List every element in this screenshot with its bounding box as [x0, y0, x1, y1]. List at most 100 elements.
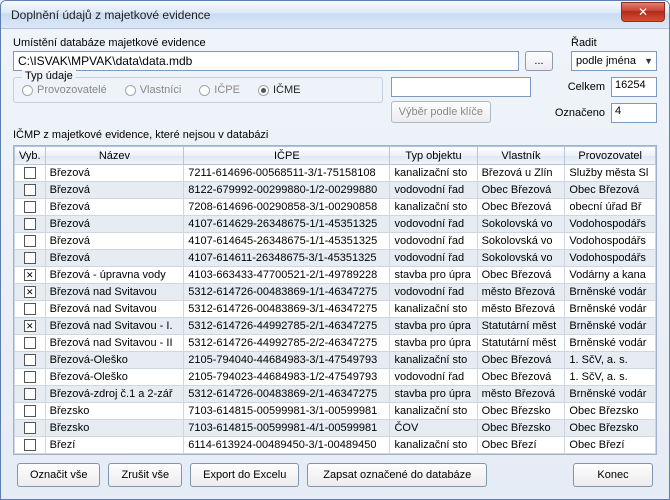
dialog-window: Doplnění údajů z majetkové evidence ✕ Um… [0, 0, 670, 500]
marked-label: Označeno [555, 107, 605, 119]
table-row[interactable]: Březová-zdroj č.1 a 2-zář5312-614726-004… [15, 386, 656, 403]
cell-typ: vodovodní řad [390, 233, 477, 250]
close-button[interactable]: Konec [573, 463, 653, 487]
cell-icpe: 6114-613924-00489450-3/1-00489450 [184, 437, 390, 454]
col-1[interactable]: Název [45, 147, 184, 165]
export-excel-button[interactable]: Export do Excelu [190, 463, 299, 487]
cell-icpe: 4103-663433-47700521-2/1-49789228 [184, 267, 390, 284]
table-row[interactable]: Březová nad Svitavou - II5312-614726-449… [15, 335, 656, 352]
table-row[interactable]: Březová4107-614611-26348675-3/1-45351325… [15, 250, 656, 267]
col-3[interactable]: Typ objektu [390, 147, 477, 165]
cell-typ: stavba pro úpra [390, 267, 477, 284]
sort-label: Řadit [571, 37, 657, 49]
cell-typ: kanalizační sto [390, 352, 477, 369]
grid-label: IČMP z majetkové evidence, které nejsou … [13, 129, 657, 141]
typ-legend: Typ údaje [22, 70, 76, 82]
total-value: 16254 [611, 77, 657, 97]
db-path-input[interactable] [13, 51, 519, 71]
col-0[interactable]: Vyb. [15, 147, 46, 165]
radio-dot-icon [125, 85, 136, 96]
checkbox-icon[interactable] [24, 252, 36, 264]
radio-provozovatelé[interactable]: Provozovatelé [22, 84, 107, 96]
table-row[interactable]: Březsko7103-614815-00599981-3/1-00599981… [15, 403, 656, 420]
checkbox-icon[interactable] [24, 303, 36, 315]
checkbox-icon[interactable] [24, 422, 36, 434]
cell-nazev: Březová [45, 199, 184, 216]
table-row[interactable]: Březová7208-614696-00290858-3/1-00290858… [15, 199, 656, 216]
marked-value: 4 [611, 103, 657, 123]
col-2[interactable]: IČPE [184, 147, 390, 165]
checkbox-icon[interactable] [24, 337, 36, 349]
cell-nazev: Březsko [45, 403, 184, 420]
table-row[interactable]: Březová-Oleško2105-794023-44684983-1/2-4… [15, 369, 656, 386]
window-title: Doplnění údajů z majetkové evidence [11, 8, 210, 22]
data-grid[interactable]: Vyb.NázevIČPETyp objektuVlastníkProvozov… [13, 145, 657, 455]
cell-icpe: 5312-614726-00483869-3/1-46347275 [184, 301, 390, 318]
checkbox-icon[interactable] [24, 184, 36, 196]
checkbox-icon[interactable]: ✕ [24, 269, 36, 281]
select-all-button[interactable]: Označit vše [17, 463, 100, 487]
sort-dropdown[interactable]: podle jména ▼ [571, 51, 657, 71]
table-row[interactable]: Březová7211-614696-00568511-3/1-75158108… [15, 165, 656, 182]
table-row[interactable]: Březová8122-679992-00299880-1/2-00299880… [15, 182, 656, 199]
table-row[interactable]: Březová-Oleško2105-794040-44684983-3/1-4… [15, 352, 656, 369]
table-row[interactable]: Březová nad Svitavou5312-614726-00483869… [15, 301, 656, 318]
checkbox-icon[interactable] [24, 354, 36, 366]
cell-icpe: 5312-614726-44992785-2/1-46347275 [184, 318, 390, 335]
checkbox-icon[interactable] [24, 371, 36, 383]
checkbox-icon[interactable] [24, 405, 36, 417]
cell-nazev: Březová nad Svitavou [45, 284, 184, 301]
cell-vlast: Obec Březsko [477, 403, 565, 420]
checkbox-icon[interactable] [24, 218, 36, 230]
table-row[interactable]: Březsko7103-614815-00599981-4/1-00599981… [15, 420, 656, 437]
cell-nazev: Březsko [45, 420, 184, 437]
cell-typ: vodovodní řad [390, 284, 477, 301]
checkbox-icon[interactable]: ✕ [24, 286, 36, 298]
cell-nazev: Březí [45, 437, 184, 454]
table-row[interactable]: ✕Březová nad Svitavou5312-614726-0048386… [15, 284, 656, 301]
cell-icpe: 7103-614815-00599981-3/1-00599981 [184, 403, 390, 420]
checkbox-icon[interactable] [24, 439, 36, 451]
key-input[interactable] [391, 77, 531, 97]
close-icon[interactable]: ✕ [621, 2, 665, 22]
cell-nazev: Březová-Oleško [45, 352, 184, 369]
checkbox-icon[interactable] [24, 388, 36, 400]
cell-icpe: 5312-614726-00483869-2/1-46347275 [184, 386, 390, 403]
sort-value: podle jména [576, 55, 636, 67]
checkbox-icon[interactable]: ✕ [24, 320, 36, 332]
chevron-down-icon: ▼ [644, 56, 653, 66]
table-row[interactable]: Březová4107-614629-26348675-1/1-45351325… [15, 216, 656, 233]
cell-vlast: Sokolovská vo [477, 216, 565, 233]
cell-typ: stavba pro úpra [390, 386, 477, 403]
table-row[interactable]: ✕Březová - úpravna vody4103-663433-47700… [15, 267, 656, 284]
cell-icpe: 4107-614629-26348675-1/1-45351325 [184, 216, 390, 233]
table-row[interactable]: Březí6114-613924-00489450-3/1-00489450ka… [15, 437, 656, 454]
table-row[interactable]: ✕Březová nad Svitavou - I.5312-614726-44… [15, 318, 656, 335]
cell-typ: ČOV [390, 420, 477, 437]
cell-nazev: Březová [45, 182, 184, 199]
clear-all-button[interactable]: Zrušit vše [108, 463, 182, 487]
radio-dot-icon [199, 85, 210, 96]
cell-nazev: Březová [45, 250, 184, 267]
cell-prov: Vodohospodářs [565, 233, 656, 250]
radio-vlastníci[interactable]: Vlastníci [125, 84, 182, 96]
table-row[interactable]: Březová4107-614645-26348675-1/1-45351325… [15, 233, 656, 250]
cell-icpe: 7103-614815-00599981-4/1-00599981 [184, 420, 390, 437]
checkbox-icon[interactable] [24, 201, 36, 213]
cell-vlast: Obec Březová [477, 182, 565, 199]
checkbox-icon[interactable] [24, 167, 36, 179]
cell-nazev: Březová-zdroj č.1 a 2-zář [45, 386, 184, 403]
cell-typ: stavba pro úpra [390, 335, 477, 352]
cell-nazev: Březová [45, 216, 184, 233]
cell-vlast: Obec Březová [477, 352, 565, 369]
cell-icpe: 7211-614696-00568511-3/1-75158108 [184, 165, 390, 182]
write-db-button[interactable]: Zapsat označené do databáze [307, 463, 487, 487]
col-5[interactable]: Provozovatel [565, 147, 656, 165]
cell-vlast: Obec Březí [477, 437, 565, 454]
browse-button[interactable]: ... [525, 51, 553, 71]
radio-ičpe[interactable]: IČPE [199, 84, 240, 96]
db-label: Umístění databáze majetkové evidence [13, 37, 553, 49]
checkbox-icon[interactable] [24, 235, 36, 247]
col-4[interactable]: Vlastník [477, 147, 565, 165]
radio-ičme[interactable]: IČME [258, 84, 301, 96]
